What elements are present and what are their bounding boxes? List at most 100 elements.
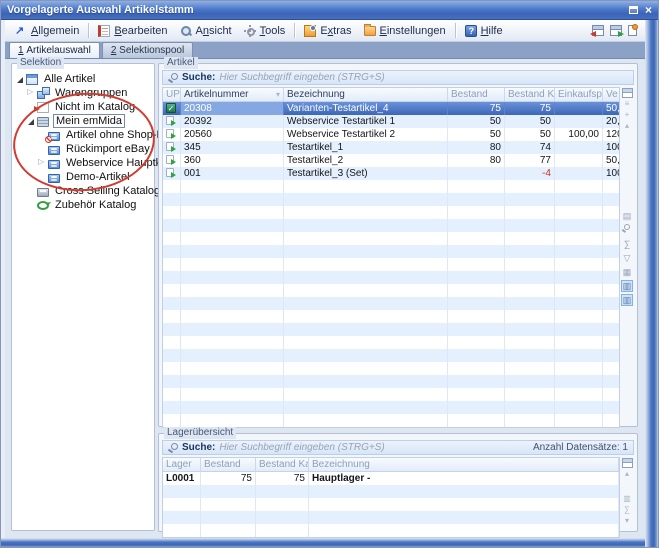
nicht-katalog-icon <box>37 102 49 113</box>
scroll-up-icon[interactable]: ▴ <box>625 469 629 479</box>
new-document-icon[interactable] <box>628 25 637 36</box>
scroll-down-icon[interactable]: ▾ <box>625 516 629 526</box>
tab-selektionspool[interactable]: 2 Selektionspool <box>102 42 193 58</box>
cell-einkaufspreis <box>555 258 603 271</box>
cell-bestand_kalk <box>505 401 555 414</box>
column-header-lager[interactable]: Lager <box>163 458 201 472</box>
column-header-up[interactable]: UP <box>163 88 181 102</box>
tree-item-cross-selling-katalog[interactable]: Cross Selling Katalog <box>12 184 154 198</box>
cell-bestand <box>448 271 505 284</box>
table-row-empty <box>163 193 619 206</box>
cell-bezeichnung <box>284 401 448 414</box>
menu-label: Tools <box>260 25 286 37</box>
column-header-artikelnummer[interactable]: Artikelnummer▾ <box>181 88 284 102</box>
table-row[interactable]: 360Testartikel_2807750, <box>163 154 619 167</box>
menu-bearbeiten[interactable]: Bearbeiten <box>92 23 173 39</box>
table-row[interactable]: 20560Webservice Testartikel 25050100,001… <box>163 128 619 141</box>
cell-bezeichnung <box>284 297 448 310</box>
column-header-bezeichnung[interactable]: Bezeichnung <box>284 88 448 102</box>
lager-search-bar[interactable]: Suche: Hier Suchbegriff eingeben (STRG+S… <box>162 440 634 455</box>
window-frame-right <box>645 20 658 547</box>
article-page-icon <box>166 155 174 164</box>
caret-collapsed-icon[interactable] <box>27 89 36 98</box>
cell-einkaufspreis <box>555 401 603 414</box>
export-icon[interactable]: ▦ <box>621 266 633 278</box>
menu-allgemein[interactable]: Allgemein <box>9 23 85 39</box>
column-header-ve[interactable]: Ve <box>603 88 620 102</box>
column-chooser-icon[interactable] <box>622 458 633 468</box>
export-table-add-icon[interactable] <box>610 25 622 36</box>
list-icon[interactable]: ▤ <box>621 210 633 222</box>
caret-expanded-icon[interactable] <box>27 117 36 126</box>
menu-extras[interactable]: Extras <box>298 23 357 39</box>
cell-bezeichnung <box>284 323 448 336</box>
cell-artikelnummer <box>181 310 284 323</box>
artikel-grid-wrap: UPArtikelnummer▾BezeichnungBestandBestan… <box>162 87 634 428</box>
cell-bestand_kalk <box>505 232 555 245</box>
sum-icon[interactable]: ∑ <box>621 238 633 250</box>
caret-expanded-icon[interactable] <box>16 75 25 84</box>
table-row[interactable]: 20392Webservice Testartikel 1505020, <box>163 115 619 128</box>
tree-item-zubehör-katalog[interactable]: Zubehör Katalog <box>12 198 154 212</box>
tree-item-webservice-hauptkategorie[interactable]: Webservice Hauptkategorie <box>12 156 154 170</box>
artikel-search-bar[interactable]: Suche: Hier Suchbegriff eingeben (STRG+S… <box>162 70 634 85</box>
table-row-empty <box>163 336 619 349</box>
column-header-bestand[interactable]: Bestand <box>201 458 256 472</box>
filter-icon[interactable]: ▽ <box>621 252 633 264</box>
cell-bestand_kalk <box>505 375 555 388</box>
cell-einkaufspreis <box>555 245 603 258</box>
tree-item-rückimport-ebay[interactable]: Rückimport eBay <box>12 142 154 156</box>
export-table-remove-icon[interactable] <box>592 25 604 36</box>
scroll-fixed-icon[interactable]: ≡ <box>625 99 630 109</box>
scroll-plus-icon[interactable]: + <box>625 110 630 120</box>
search-icon[interactable] <box>621 224 633 236</box>
cell-artikelnummer <box>181 193 284 206</box>
table-row-empty <box>163 258 619 271</box>
menu-einstellungen[interactable]: Einstellungen <box>358 23 452 39</box>
cell-bezeichnung <box>284 414 448 427</box>
table-row[interactable]: 001Testartikel_3 (Set)-4100 <box>163 167 619 180</box>
column-header-bestand-kalk[interactable]: Bestand Kalk. <box>256 458 309 472</box>
cell-bezeichnung <box>284 180 448 193</box>
cell-ve <box>603 180 620 193</box>
table-row[interactable]: 345Testartikel_18074100 <box>163 141 619 154</box>
column-header-bestand[interactable]: Bestand <box>448 88 505 102</box>
table-row[interactable]: L00017575Hauptlager - <box>163 472 619 485</box>
menu-label: Bearbeiten <box>114 25 167 37</box>
scroll-up-icon[interactable]: ▴ <box>625 121 629 131</box>
tree-item-mein-emmida[interactable]: Mein emMida <box>12 114 154 128</box>
record-count: Anzahl Datensätze: 1 <box>533 442 628 453</box>
restore-button[interactable] <box>629 4 638 16</box>
cell-bestand_kalk: 74 <box>505 141 555 154</box>
cell-bestand_kalk <box>505 180 555 193</box>
caret-collapsed-icon[interactable] <box>38 159 47 168</box>
column-header-bezeichnung[interactable]: Bezeichnung <box>309 458 619 472</box>
menu-ansicht[interactable]: Ansicht <box>174 23 238 39</box>
tree-item-demo-artikel[interactable]: Demo-Artikel <box>12 170 154 184</box>
column-header-einkaufspreis[interactable]: Einkaufspreis <box>555 88 603 102</box>
tree-item-warengruppen[interactable]: Warengruppen <box>12 86 154 100</box>
menubar: Allgemein Bearbeiten Ansicht Tools ExtrasEin… <box>5 20 645 42</box>
sort-desc-icon: ▾ <box>276 88 280 101</box>
panel-icon[interactable]: ▥ <box>623 494 631 504</box>
cell-ve <box>603 349 620 362</box>
tree-item-nicht-im-katalog[interactable]: Nicht im Katalog <box>12 100 154 114</box>
grid-view-icon[interactable]: ▥ <box>621 280 633 292</box>
caret-spacer <box>27 187 36 196</box>
table-row[interactable]: ✓20308Varianten-Testartikel_4757550, <box>163 102 619 115</box>
tab-artikelauswahl[interactable]: 1 Artikelauswahl <box>9 42 100 58</box>
cell-bestand_kalk <box>256 524 309 537</box>
column-chooser-icon[interactable] <box>622 88 633 98</box>
column-header-bestand-kalk[interactable]: Bestand Kalk. <box>505 88 555 102</box>
artikel-panel: Artikel Suche: Hier Suchbegriff eingeben… <box>158 63 638 427</box>
card-view-icon[interactable]: ▥ <box>621 294 633 306</box>
tree-item-artikel-ohne-shop-kategorie[interactable]: Artikel ohne Shop-Kategorie <box>12 128 154 142</box>
menu-hilfe[interactable]: Hilfe <box>459 23 509 39</box>
sum-icon[interactable]: ∑ <box>624 505 630 515</box>
titlebar[interactable]: Vorgelagerte Auswahl Artikelstamm × <box>1 1 658 20</box>
close-button[interactable]: × <box>645 4 652 16</box>
cell-up <box>163 193 181 206</box>
titlebar-buttons: × <box>629 4 652 16</box>
tree-item-alle-artikel[interactable]: Alle Artikel <box>12 72 154 86</box>
menu-tools[interactable]: Tools <box>238 23 292 39</box>
